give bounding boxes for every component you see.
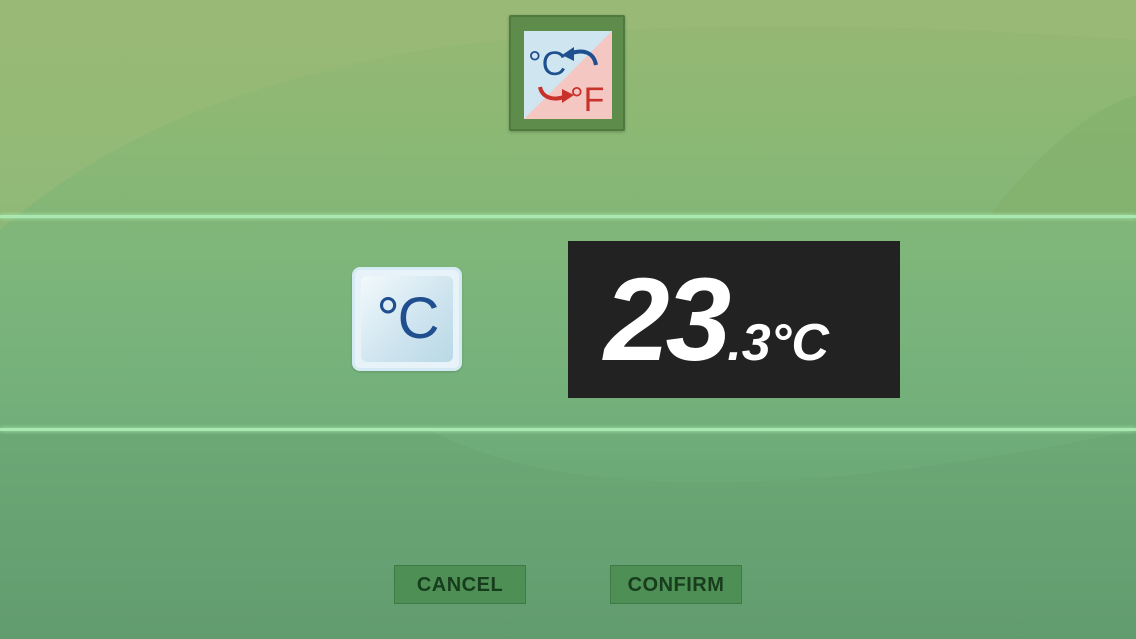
celsius-icon: °C	[376, 286, 439, 351]
band-top-divider	[0, 215, 1136, 218]
cancel-button[interactable]: CANCEL	[394, 565, 526, 604]
unit-selector-button[interactable]: °C	[352, 267, 462, 371]
temperature-integer: 23	[604, 254, 731, 386]
band-bottom-divider	[0, 428, 1136, 431]
confirm-button[interactable]: CONFIRM	[610, 565, 742, 604]
temperature-fraction-unit: .3°C	[727, 314, 829, 372]
celsius-glyph: °C	[528, 45, 566, 83]
convert-icon-graphic: °C °F	[524, 31, 612, 119]
fahrenheit-glyph: °F	[570, 81, 604, 119]
temperature-display: 23.3°C	[568, 241, 900, 398]
unit-selector-face: °C	[361, 276, 453, 362]
temperature-reading: 23.3°C	[604, 261, 829, 379]
celsius-fahrenheit-convert-icon[interactable]: °C °F	[509, 15, 625, 131]
